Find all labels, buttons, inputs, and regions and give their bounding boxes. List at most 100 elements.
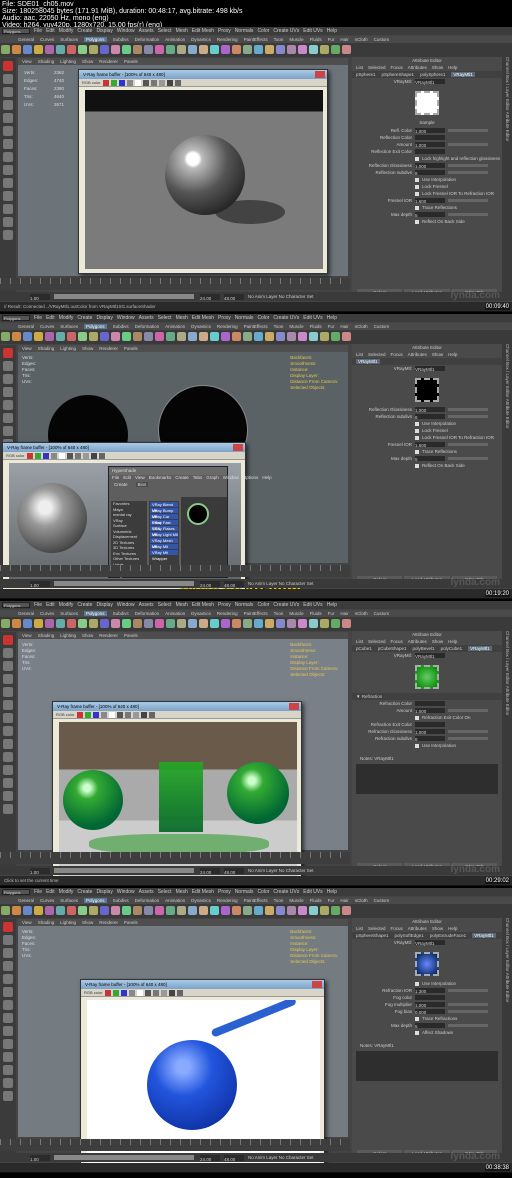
- time-slider[interactable]: [0, 278, 350, 290]
- viewport-menu-shading[interactable]: Shading: [38, 633, 55, 638]
- vfb-tool-icon[interactable]: [150, 80, 157, 86]
- side-tabs[interactable]: Channel Box / Layer Editor Attribute Edi…: [502, 57, 512, 297]
- tool-icon[interactable]: [3, 126, 13, 136]
- hypershade-menu-item[interactable]: Window: [223, 475, 239, 480]
- range-slider[interactable]: [54, 581, 194, 587]
- attr-checkbox[interactable]: [415, 463, 419, 468]
- refraction-section-header[interactable]: ▼ Refraction: [352, 693, 502, 700]
- shelf-tool-icon[interactable]: [89, 332, 98, 341]
- attr-value-field[interactable]: [415, 701, 445, 707]
- vfb-tool-icon[interactable]: [100, 712, 107, 718]
- menu-proxy[interactable]: Proxy: [218, 28, 231, 34]
- menu-color[interactable]: Color: [257, 315, 269, 321]
- menu-create[interactable]: Create: [77, 889, 92, 895]
- attr-slider[interactable]: [448, 1003, 488, 1007]
- attr-checkbox[interactable]: [415, 428, 419, 433]
- command-line[interactable]: Click to set the current time: [0, 876, 512, 885]
- shelf-tab-ncloth[interactable]: nCloth: [355, 611, 368, 616]
- attr-menu-selected[interactable]: Selected: [368, 65, 386, 70]
- attr-checkbox[interactable]: [415, 156, 419, 161]
- attr-slider[interactable]: [448, 1024, 488, 1028]
- menu-window[interactable]: Window: [117, 889, 135, 895]
- attr-node-tab[interactable]: polySphere1: [420, 72, 445, 77]
- attr-value-field[interactable]: 1.000: [415, 128, 445, 134]
- shelf-tool-icon[interactable]: [67, 619, 76, 628]
- attr-slider[interactable]: [448, 129, 488, 133]
- menu-window[interactable]: Window: [117, 28, 135, 34]
- command-line[interactable]: [0, 589, 512, 598]
- attr-checkbox[interactable]: [415, 743, 419, 748]
- shelf-tool-icon[interactable]: [243, 619, 252, 628]
- menu-create-uvs[interactable]: Create UVs: [273, 28, 299, 34]
- vfb-tool-icon[interactable]: [26, 453, 33, 459]
- attr-checkbox[interactable]: [415, 1030, 419, 1035]
- menu-assets[interactable]: Assets: [139, 28, 154, 34]
- shelf-tool-icon[interactable]: [342, 45, 351, 54]
- hypershade-menu-item[interactable]: Bookmarks: [149, 475, 172, 480]
- vfb-tool-icon[interactable]: [124, 712, 131, 718]
- shelf-tab-polygons[interactable]: Polygons: [84, 611, 107, 616]
- shelf-tab-surfaces[interactable]: Surfaces: [60, 898, 78, 903]
- attr-menu-selected[interactable]: Selected: [368, 926, 386, 931]
- shelf-tab-animation[interactable]: Animation: [165, 324, 185, 329]
- hypershade-material[interactable]: VRay Blend Mtl: [150, 502, 178, 513]
- menu-mesh[interactable]: Mesh: [176, 889, 188, 895]
- attr-menu-help[interactable]: Help: [448, 926, 457, 931]
- shelf-tool-icon[interactable]: [45, 332, 54, 341]
- shelf-tool-icon[interactable]: [1, 619, 10, 628]
- shelf-tool-icon[interactable]: [287, 332, 296, 341]
- shelf-tab-curves[interactable]: Curves: [40, 898, 54, 903]
- time-slider[interactable]: [0, 565, 350, 577]
- attr-node-tab[interactable]: VRayMtl1: [356, 359, 380, 364]
- attr-slider[interactable]: [448, 730, 488, 734]
- shelf-tab-animation[interactable]: Animation: [165, 611, 185, 616]
- tool-icon[interactable]: [3, 739, 13, 749]
- attr-node-tab[interactable]: polyExtrudeFace1: [430, 933, 466, 938]
- shelf-tool-icon[interactable]: [56, 619, 65, 628]
- shelf-tool-icon[interactable]: [276, 619, 285, 628]
- viewport-menu-show[interactable]: Show: [82, 633, 93, 638]
- tool-icon[interactable]: [3, 1065, 13, 1075]
- attr-value-field[interactable]: 5: [415, 212, 445, 218]
- vfb-tool-icon[interactable]: [102, 80, 109, 86]
- menu-select[interactable]: Select: [158, 315, 172, 321]
- vfb-tool-icon[interactable]: [142, 80, 149, 86]
- shelf-tab-deformation[interactable]: Deformation: [135, 611, 160, 616]
- tool-icon[interactable]: [3, 191, 13, 201]
- shelf-tool-icon[interactable]: [12, 906, 21, 915]
- range-end2-field[interactable]: 48.00: [224, 1154, 244, 1162]
- shelf-tool-icon[interactable]: [221, 45, 230, 54]
- vfb-tool-icon[interactable]: [126, 80, 133, 86]
- menu-edit-uvs[interactable]: Edit UVs: [303, 315, 322, 321]
- shelf-tool-icon[interactable]: [298, 45, 307, 54]
- shelf-tool-icon[interactable]: [1, 906, 10, 915]
- shelf-tool-icon[interactable]: [287, 906, 296, 915]
- menu-color[interactable]: Color: [257, 28, 269, 34]
- viewport-menu-shading[interactable]: Shading: [38, 59, 55, 64]
- shelf-tab-surfaces[interactable]: Surfaces: [60, 611, 78, 616]
- shelf-tool-icon[interactable]: [265, 45, 274, 54]
- hypershade-material[interactable]: VRay Light Mtl: [150, 532, 178, 537]
- close-icon[interactable]: [315, 71, 325, 78]
- attr-value-field[interactable]: 1.000: [415, 142, 445, 148]
- attr-menu-attributes[interactable]: Attributes: [408, 352, 427, 357]
- shelf-tool-icon[interactable]: [199, 619, 208, 628]
- viewport-menu-shading[interactable]: Shading: [38, 346, 55, 351]
- shelf-tool-icon[interactable]: [144, 619, 153, 628]
- tool-icon[interactable]: [3, 87, 13, 97]
- shelf-tab-fluids[interactable]: Fluids: [310, 324, 322, 329]
- shelf-tool-icon[interactable]: [210, 45, 219, 54]
- shelf-tool-icon[interactable]: [210, 619, 219, 628]
- shelf-tab-muscle[interactable]: Muscle: [289, 324, 303, 329]
- shelf-tool-icon[interactable]: [232, 45, 241, 54]
- shelf-tab-rendering[interactable]: Rendering: [217, 611, 238, 616]
- attr-menu-attributes[interactable]: Attributes: [408, 926, 427, 931]
- vfb-tool-icon[interactable]: [34, 453, 41, 459]
- shelf-tab-ncloth[interactable]: nCloth: [355, 37, 368, 42]
- menu-window[interactable]: Window: [117, 315, 135, 321]
- shelf-tool-icon[interactable]: [111, 906, 120, 915]
- vfb-tool-icon[interactable]: [128, 990, 135, 996]
- tool-icon[interactable]: [3, 74, 13, 84]
- menu-assets[interactable]: Assets: [139, 889, 154, 895]
- shelf-tab-painteffects[interactable]: PaintEffects: [244, 37, 268, 42]
